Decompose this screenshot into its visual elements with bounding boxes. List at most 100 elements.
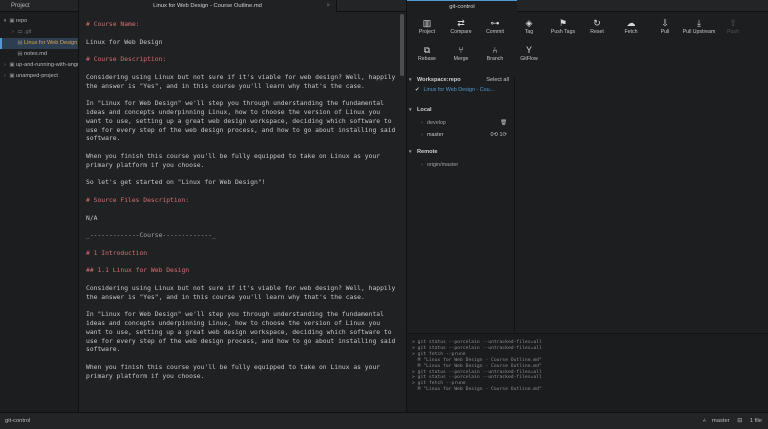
git-tab-bar: git-control xyxy=(407,0,768,12)
project-button[interactable]: ▥ Project xyxy=(412,17,442,39)
close-icon[interactable]: × xyxy=(326,0,330,12)
tab-course-outline[interactable]: Linux for Web Design - Course Outline.md… xyxy=(79,0,337,12)
branch-develop-label: develop xyxy=(427,120,446,126)
text-line xyxy=(86,303,399,312)
tab-project-label: Project xyxy=(11,3,30,9)
rebase-button[interactable]: ⧉ Rebase xyxy=(412,44,442,66)
push-tags-icon: ⚑ xyxy=(558,18,568,28)
checkmark-icon[interactable]: ✔ xyxy=(415,87,420,93)
tree-item[interactable]: › ▭.git xyxy=(0,27,78,38)
branch-icon: ⑃ xyxy=(492,45,498,55)
commit-icon: ⊶ xyxy=(490,18,500,28)
branch-label: Branch xyxy=(486,56,504,62)
rebase-icon: ⧉ xyxy=(423,45,431,55)
text-line xyxy=(86,30,399,39)
text-line: want to use, setting up a great web desi… xyxy=(86,117,392,125)
commit-button[interactable]: ⊶ Commit xyxy=(480,17,510,39)
branch-master[interactable]: › master 0⟲ 1⟳ xyxy=(409,129,513,141)
status-right: ⑃ master ⊟ 1 file xyxy=(696,413,762,429)
status-branch[interactable]: master xyxy=(712,418,730,424)
text-line: Linux for Web Design xyxy=(86,38,163,46)
text-line: ideas and concepts underpinning Linux, h… xyxy=(86,320,381,328)
text-line: want to use, setting up a great web desi… xyxy=(86,328,392,336)
branch-origin-master[interactable]: › origin/master xyxy=(409,159,513,171)
trash-icon[interactable]: 🗑 xyxy=(500,117,507,129)
tree-item[interactable]: ›▣up-and-running-with-angular xyxy=(0,60,78,71)
push-tags-button[interactable]: ⚑ Push Tags xyxy=(548,17,578,39)
compare-icon: ⇄ xyxy=(457,18,465,28)
compare-button[interactable]: ⇄ Compare xyxy=(446,17,476,39)
tree-item-label: up-and-running-with-angular xyxy=(16,62,78,68)
chevron-down-icon: ▾ xyxy=(409,77,412,83)
local-section-header[interactable]: ▾ Local xyxy=(409,105,513,115)
merge-button[interactable]: ⑂ Merge xyxy=(446,44,476,66)
editor-text-area[interactable]: # Course Name: Linux for Web Design # Cour… xyxy=(79,12,406,382)
tree-list: ▾ ▣repo › ▭.git ▤Linux for Web Design ... ▤no… xyxy=(0,12,78,82)
tree-item[interactable]: ▤notes.md xyxy=(0,49,78,60)
workspace-title: Workspace:repo xyxy=(417,77,461,83)
git-status-icon[interactable]: ⊟ xyxy=(737,418,742,424)
branch-develop[interactable]: › develop 🗑 xyxy=(409,117,513,129)
text-line: software. xyxy=(86,346,121,354)
text-line xyxy=(86,259,399,268)
branch-origin-master-label: origin/master xyxy=(427,162,459,168)
select-all-button[interactable]: Select all xyxy=(486,75,509,85)
text-line: ideas and concepts underpinning Linux, h… xyxy=(86,108,381,116)
remote-section-header[interactable]: ▾ Remote xyxy=(409,147,513,157)
text-line: N/A xyxy=(86,214,98,222)
chevron-down-icon: ▾ xyxy=(409,107,412,113)
text-line: _-------------Course-------------_ xyxy=(86,232,216,240)
text-line: primary platform if you choose. xyxy=(86,372,205,380)
file-icon: ▣ xyxy=(9,62,15,68)
fetch-button[interactable]: ☁ Fetch xyxy=(616,17,646,39)
reset-button[interactable]: ↻ Reset xyxy=(582,17,612,39)
workspace-file-label: Linux for Web Design - Cou... xyxy=(423,87,495,93)
workspace-file-item[interactable]: ✔ Linux for Web Design - Cou... xyxy=(409,85,513,96)
file-icon: ▭ xyxy=(17,29,23,35)
status-left[interactable]: git-control xyxy=(5,413,30,429)
text-line xyxy=(86,355,399,364)
status-files[interactable]: 1 file xyxy=(750,418,762,424)
text-line: When you finish this course you'll be fu… xyxy=(86,364,381,372)
fetch-icon: ☁ xyxy=(626,18,636,28)
workspace-section-header[interactable]: ▾ Workspace:repo Select all xyxy=(409,75,513,85)
console-line: M "Linux for Web Design - Course Outline… xyxy=(412,387,542,393)
tree-item-label: repo xyxy=(16,18,28,24)
tag-button[interactable]: ◈ Tag xyxy=(514,17,544,39)
rebase-label: Rebase xyxy=(418,56,436,62)
git-pane-divider[interactable] xyxy=(514,78,515,332)
pull-upstream-icon: ⤓ xyxy=(697,18,701,28)
editor-scrollbar[interactable] xyxy=(400,14,404,76)
branch-icon: ⑃ xyxy=(702,418,706,424)
text-line: the answer is "Yes", and in this course … xyxy=(86,82,365,90)
tab-project[interactable]: Project xyxy=(0,0,78,12)
merge-icon: ⑂ xyxy=(458,45,464,55)
text-line: In "Linux for Web Design" we'll step you… xyxy=(86,311,384,319)
text-line: Considering using Linux but not sure if … xyxy=(86,73,396,81)
text-line xyxy=(86,144,399,153)
git-console-output[interactable]: > git status --porcelain --untracked-fil… xyxy=(407,333,768,412)
file-icon: ▤ xyxy=(17,40,23,46)
push-label: Push xyxy=(727,29,739,35)
markdown-heading-line: # Course Description: xyxy=(86,56,167,64)
compare-label: Compare xyxy=(450,29,472,35)
tree-item[interactable]: › ▣unamped-project xyxy=(0,71,78,82)
pull-button[interactable]: ⇩ Pull xyxy=(650,17,680,39)
pull-label: Pull xyxy=(660,29,670,35)
text-line xyxy=(86,65,399,74)
status-bar: git-control ⑃ master ⊟ 1 file xyxy=(0,412,768,429)
reset-icon: ↻ xyxy=(593,18,601,28)
project-label: Project xyxy=(418,29,436,35)
markdown-heading-line: # 1 Introduction xyxy=(86,249,148,257)
tab-git-control[interactable]: git-control xyxy=(407,0,517,12)
file-icon: ▣ xyxy=(9,18,15,24)
markdown-heading-line: # Course Name: xyxy=(86,21,140,28)
tree-item[interactable]: ▤Linux for Web Design ... xyxy=(0,38,78,49)
tree-item[interactable]: ▾ ▣repo xyxy=(0,16,78,27)
file-icon: ▤ xyxy=(17,51,23,57)
branch-master-sync-counts: 0⟲ 1⟳ xyxy=(490,132,507,138)
gitflow-button[interactable]: Y GitFlow xyxy=(514,44,544,66)
tree-item-label: unamped-project xyxy=(16,73,58,79)
branch-button[interactable]: ⑃ Branch xyxy=(480,44,510,66)
pull-upstream-button[interactable]: ⤓ Pull Upstream xyxy=(680,17,718,39)
